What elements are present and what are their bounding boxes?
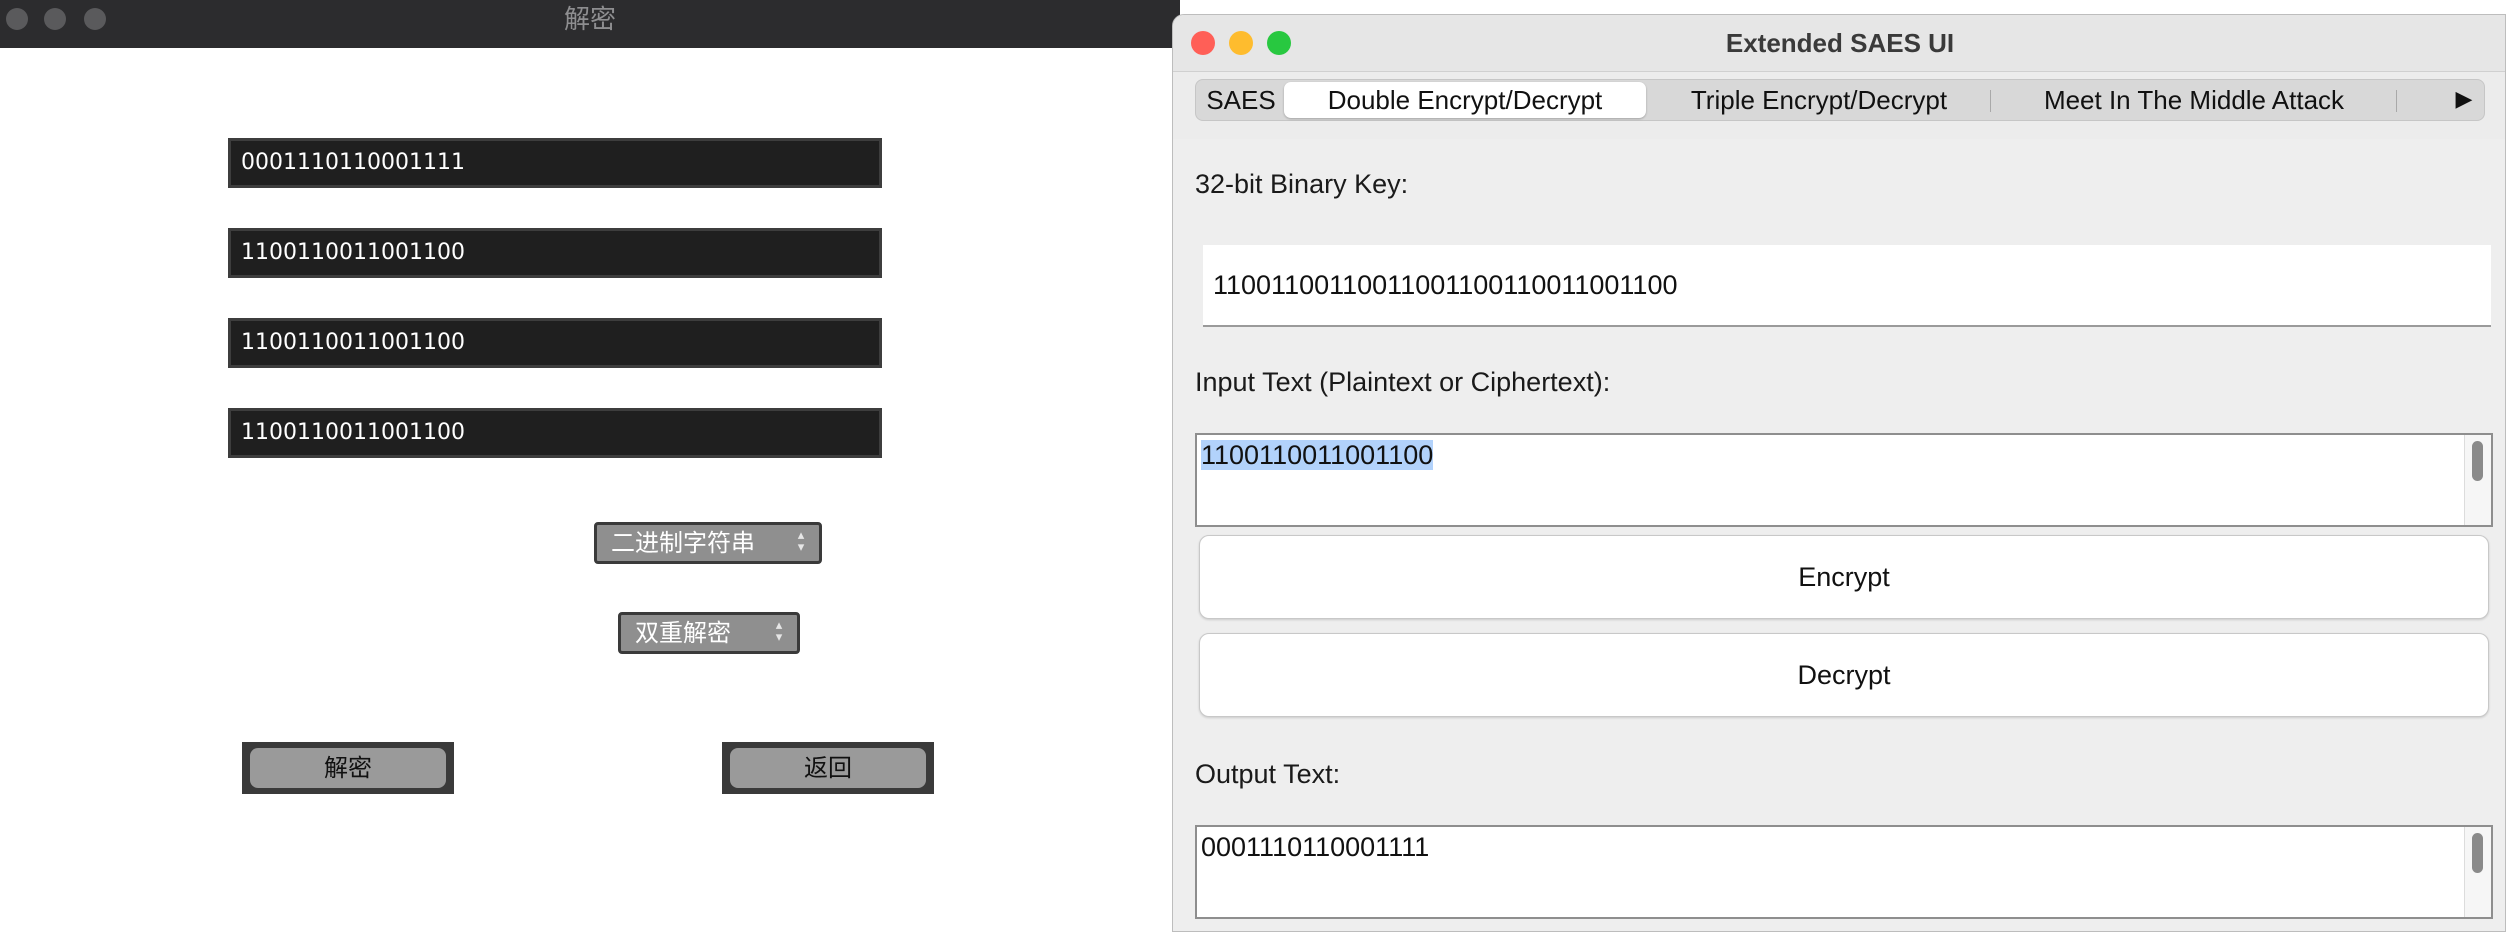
key1-field[interactable]: 1100110011001100	[228, 228, 882, 278]
tab-meet-in-the-middle-attack[interactable]: Meet In The Middle Attack	[1996, 80, 2392, 120]
window-title: 解密	[563, 5, 616, 35]
scrollbar-thumb[interactable]	[2472, 441, 2483, 481]
ciphertext-field[interactable]: 0001110110001111	[228, 138, 882, 188]
decrypt-button[interactable]: Decrypt	[1199, 633, 2489, 717]
scrollbar[interactable]	[2464, 435, 2491, 525]
left-titlebar: 解密	[0, 0, 1180, 48]
right-window: Extended SAES UI SAES Double Encrypt/Dec…	[1172, 14, 2506, 932]
encrypt-button[interactable]: Encrypt	[1199, 535, 2489, 619]
back-button[interactable]: 返回	[730, 748, 926, 788]
input-text-area[interactable]: 1100110011001100	[1195, 433, 2493, 527]
chevron-updown-icon: ▴ ▾	[797, 528, 805, 555]
scrollbar-thumb[interactable]	[2472, 833, 2483, 873]
back-button-frame: 返回	[722, 742, 934, 794]
format-select-value: 二进制字符串	[611, 529, 755, 557]
tab-scroll-right-icon[interactable]: ▶	[2444, 80, 2484, 120]
tab-double-encrypt-decrypt[interactable]: Double Encrypt/Decrypt	[1284, 82, 1646, 118]
selected-text: 1100110011001100	[1201, 440, 1434, 470]
input-label: Input Text (Plaintext or Ciphertext):	[1195, 367, 1611, 397]
input-text: 1100110011001100	[1201, 437, 1434, 473]
chevron-updown-icon: ▴ ▾	[775, 618, 783, 645]
minimize-icon[interactable]	[1229, 31, 1253, 55]
mode-select[interactable]: 双重解密 ▴ ▾	[618, 612, 800, 654]
decrypt-button[interactable]: 解密	[250, 748, 446, 788]
close-icon[interactable]	[1191, 31, 1215, 55]
close-icon[interactable]	[6, 8, 28, 30]
right-titlebar: Extended SAES UI	[1173, 15, 2505, 72]
tab-saes[interactable]: SAES	[1204, 80, 1278, 120]
mode-select-value: 双重解密	[635, 619, 731, 647]
window-title: Extended SAES UI	[1725, 28, 1955, 58]
zoom-icon[interactable]	[1267, 31, 1291, 55]
key-label: 32-bit Binary Key:	[1195, 169, 1409, 199]
output-label: Output Text:	[1195, 759, 1341, 789]
key-input[interactable]: 11001100110011001100110011001100	[1203, 245, 2491, 327]
tab-triple-encrypt-decrypt[interactable]: Triple Encrypt/Decrypt	[1652, 80, 1986, 120]
minimize-icon[interactable]	[44, 8, 66, 30]
tab-bar: SAES Double Encrypt/Decrypt Triple Encry…	[1195, 79, 2485, 121]
key3-field[interactable]: 1100110011001100	[228, 408, 882, 458]
scrollbar[interactable]	[2464, 827, 2491, 917]
zoom-icon[interactable]	[84, 8, 106, 30]
decrypt-button-frame: 解密	[242, 742, 454, 794]
key2-field[interactable]: 1100110011001100	[228, 318, 882, 368]
output-text: 0001110110001111	[1201, 832, 1430, 862]
left-window: 解密 0001110110001111 1100110011001100 110…	[0, 0, 1180, 932]
tab-separator	[1990, 90, 1991, 112]
format-select[interactable]: 二进制字符串 ▴ ▾	[594, 522, 822, 564]
output-text-area[interactable]: 0001110110001111	[1195, 825, 2493, 919]
tab-separator	[2396, 90, 2397, 112]
